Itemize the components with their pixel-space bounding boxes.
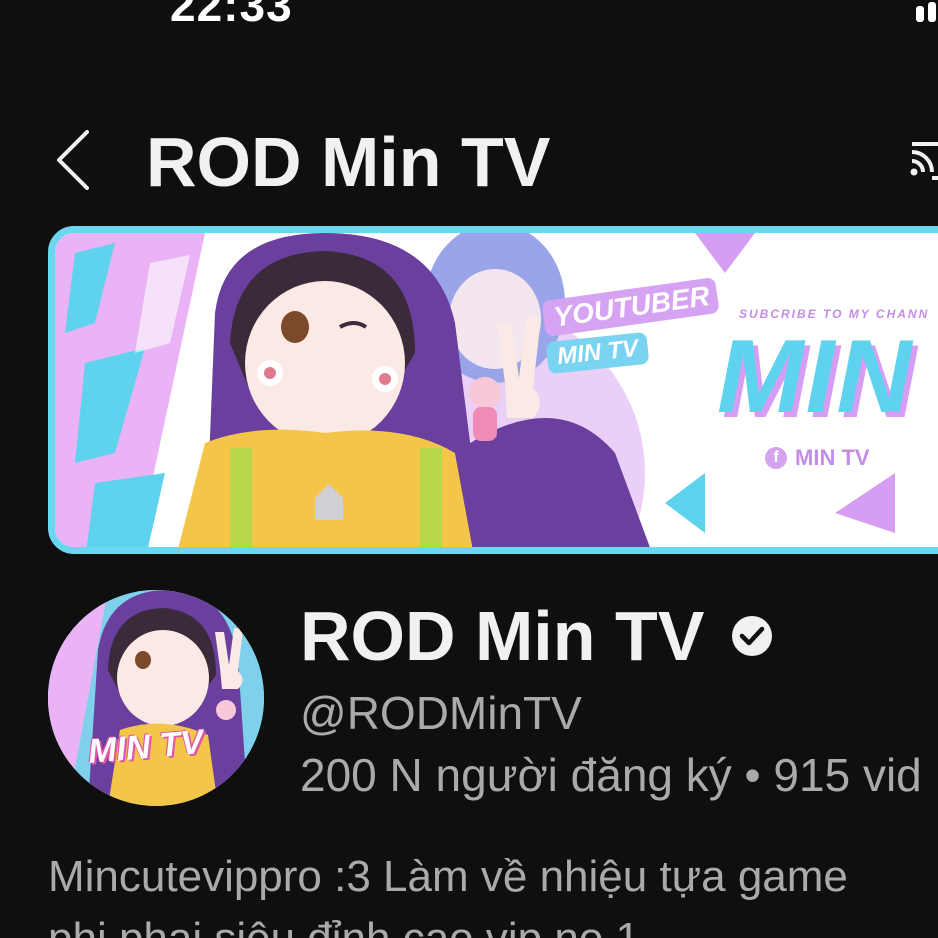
- banner-facebook-label: f MIN TV: [765, 445, 870, 471]
- chevron-left-icon: [57, 130, 89, 190]
- header-title: ROD Min TV: [146, 123, 551, 201]
- description-line-1: Mincutevippro :3 Làm về nhiệu tựa game: [48, 852, 848, 901]
- channel-handle: @RODMinTV: [300, 687, 582, 739]
- cast-icon: [910, 142, 938, 180]
- cast-button[interactable]: [906, 130, 938, 190]
- description-line-2: phi phai siêu đỉnh cao vip no 1: [48, 908, 938, 938]
- verified-check-icon: [732, 616, 772, 656]
- channel-name: ROD Min TV: [300, 597, 705, 675]
- banner-min-text: MIN: [717, 319, 914, 435]
- facebook-icon: f: [765, 447, 787, 469]
- back-button[interactable]: [48, 126, 98, 194]
- status-time: 22:33: [170, 0, 293, 31]
- channel-stats: 200 N người đăng ký • 915 vid: [300, 749, 922, 801]
- channel-banner: YOUTUBER MIN TV SUBCRIBE TO MY CHANN MIN…: [48, 226, 938, 554]
- signal-icon: [914, 0, 938, 24]
- avatar-artwork: [48, 590, 264, 806]
- channel-description[interactable]: Mincutevippro :3 Làm về nhiệu tựa game p…: [48, 846, 938, 938]
- channel-avatar[interactable]: MIN TV: [48, 590, 264, 806]
- banner-facebook-text: MIN TV: [795, 445, 870, 470]
